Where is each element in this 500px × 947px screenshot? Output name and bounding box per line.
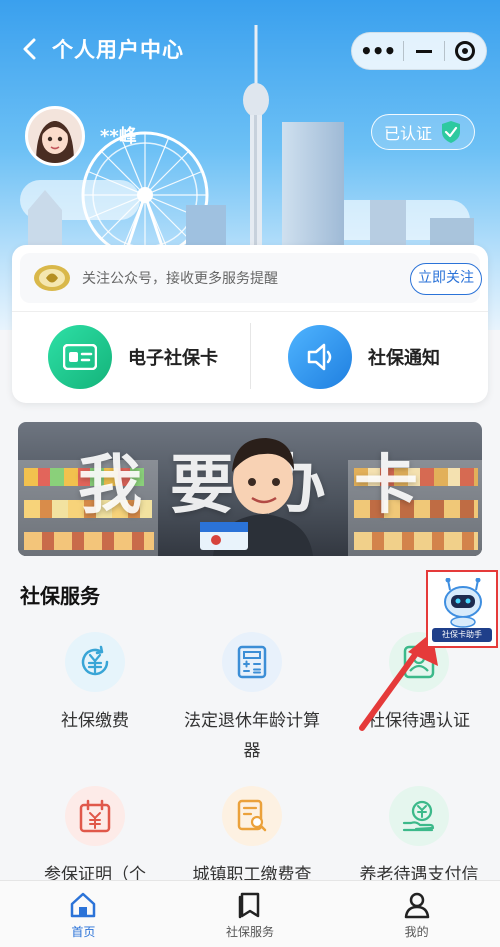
building-illustration [282,122,344,252]
id-card-icon [48,325,112,389]
tab-ss-services[interactable]: 社保服务 [167,881,334,947]
section-title: 社保服务 [20,584,100,608]
tab-label: 首页 [71,925,96,939]
speaker-icon [288,325,352,389]
calculator-icon [222,632,282,692]
tab-label: 社保服务 [226,925,275,939]
service-label: 社保缴费 [61,711,129,731]
tab-me[interactable]: 我的 [333,881,500,947]
document-search-icon [222,786,282,846]
robot-icon [444,578,482,628]
assistant-label: 社保卡助手 [432,628,492,642]
back-arrow-icon[interactable] [20,36,44,64]
shield-check-icon [442,121,461,143]
close-target-icon[interactable] [445,41,486,61]
follow-button[interactable]: 立即关注 [410,263,482,295]
hand-yuan-icon [389,786,449,846]
service-ss-payment[interactable]: 社保缴费 [12,632,178,736]
avatar[interactable] [25,106,85,166]
cartoon-man-illustration [200,438,313,556]
divider [250,323,251,389]
building-illustration [28,190,62,252]
tab-home[interactable]: 首页 [0,881,167,947]
service-pension-payment-info[interactable]: 养老待遇支付信 [336,786,500,890]
follow-official-account-bar: 关注公众号，接收更多服务提醒 立即关注 [20,253,482,303]
home-icon [0,891,167,919]
page-title: 个人用户中心 [52,38,184,62]
service-label: 法定退休年龄计算器 [184,711,320,761]
yuan-refresh-icon [65,632,125,692]
person-icon [333,891,500,919]
verified-badge[interactable]: 已认证 [371,114,475,150]
service-retirement-calculator[interactable]: 法定退休年龄计算器 [172,632,332,766]
more-menu-icon[interactable]: ••• [352,39,403,63]
user-name: **峰 [100,126,137,147]
service-insurance-certificate[interactable]: 参保证明（个 [12,786,178,890]
electronic-ss-card-button[interactable]: 电子社保卡 [48,325,218,389]
minimize-icon[interactable] [404,49,443,53]
navigation-bar: 个人用户中心 ••• [0,30,500,70]
ss-notification-button[interactable]: 社保通知 [288,325,440,389]
book-icon [167,891,334,919]
ss-card-assistant-button[interactable]: 社保卡助手 [426,570,498,648]
verified-label: 已认证 [384,124,433,143]
social-security-logo-icon [34,265,70,291]
tab-label: 我的 [404,925,429,939]
service-payment-query[interactable]: 城镇职工缴费查 [172,786,332,890]
promo-banner[interactable]: 我要办卡 [18,422,482,556]
quick-action-label: 电子社保卡 [128,348,218,369]
bottom-tab-bar: 首页 社保服务 我的 [0,880,500,947]
quick-access-card: 关注公众号，接收更多服务提醒 立即关注 电子社保卡 社保通知 [12,245,488,403]
mini-program-capsule: ••• [351,32,487,70]
quick-action-label: 社保通知 [368,348,440,369]
divider [12,311,488,312]
follow-prompt-text: 关注公众号，接收更多服务提醒 [82,271,278,287]
calendar-yuan-icon [65,786,125,846]
